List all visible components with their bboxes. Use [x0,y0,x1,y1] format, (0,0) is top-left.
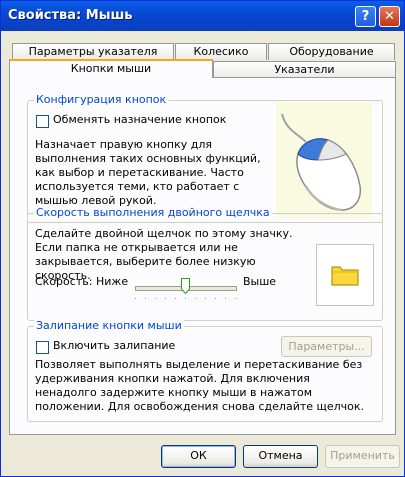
speed-tick [175,298,176,299]
ok-button[interactable]: ОК [161,445,236,468]
speed-tick [195,298,196,299]
swap-buttons-checkbox[interactable] [36,115,49,128]
tab-pointer-options[interactable]: Параметры указателя [12,43,174,60]
speed-tick [235,298,236,299]
tab-pointers[interactable]: Указатели [213,61,396,77]
title-bar[interactable]: Свойства: Мышь ? ✕ [1,1,404,31]
click-lock-description: Позволяет выполнять выделение и перетаск… [35,358,365,413]
group-title: Скорость выполнения двойного щелчка [34,206,272,219]
speed-tick [135,298,136,299]
double-click-speed-thumb[interactable] [181,278,190,294]
group-title: Конфигурация кнопок [34,93,169,106]
mouse-properties-dialog: Свойства: Мышь ? ✕ Параметры указателя К… [0,0,405,477]
cancel-button[interactable]: Отмена [243,445,318,468]
tab-panel: Конфигурация кнопок Обменять назначение … [9,77,396,435]
speed-tick [205,298,206,299]
test-folder-area[interactable] [316,244,374,306]
speed-tick [185,298,186,299]
mouse-illustration-icon [276,102,372,218]
click-lock-label[interactable]: Включить залипание [53,339,175,353]
tab-buttons[interactable]: Кнопки мыши [9,59,213,78]
group-title: Залипание кнопки мыши [34,319,184,332]
tab-wheel[interactable]: Колесико [175,43,267,60]
speed-label: Скорость: [35,275,93,288]
click-lock-settings-button[interactable]: Параметры... [281,336,372,357]
click-lock-checkbox[interactable] [36,341,49,354]
speed-slower-label: Ниже [96,275,129,288]
speed-tick [155,298,156,299]
speed-tick [145,298,146,299]
close-button[interactable]: ✕ [379,6,400,27]
tab-hardware[interactable]: Оборудование [268,43,395,60]
speed-ticks [135,298,239,300]
help-button[interactable]: ? [355,6,376,27]
apply-button[interactable]: Применить [325,445,400,468]
speed-tick [215,298,216,299]
window-title: Свойства: Мышь [8,8,133,23]
speed-faster-label: Выше [243,275,277,288]
speed-tick [225,298,226,299]
swap-buttons-label[interactable]: Обменять назначение кнопок [53,113,226,127]
speed-tick [165,298,166,299]
swap-buttons-description: Назначает правую кнопку для выполнения т… [35,138,261,207]
folder-icon[interactable] [317,245,373,305]
